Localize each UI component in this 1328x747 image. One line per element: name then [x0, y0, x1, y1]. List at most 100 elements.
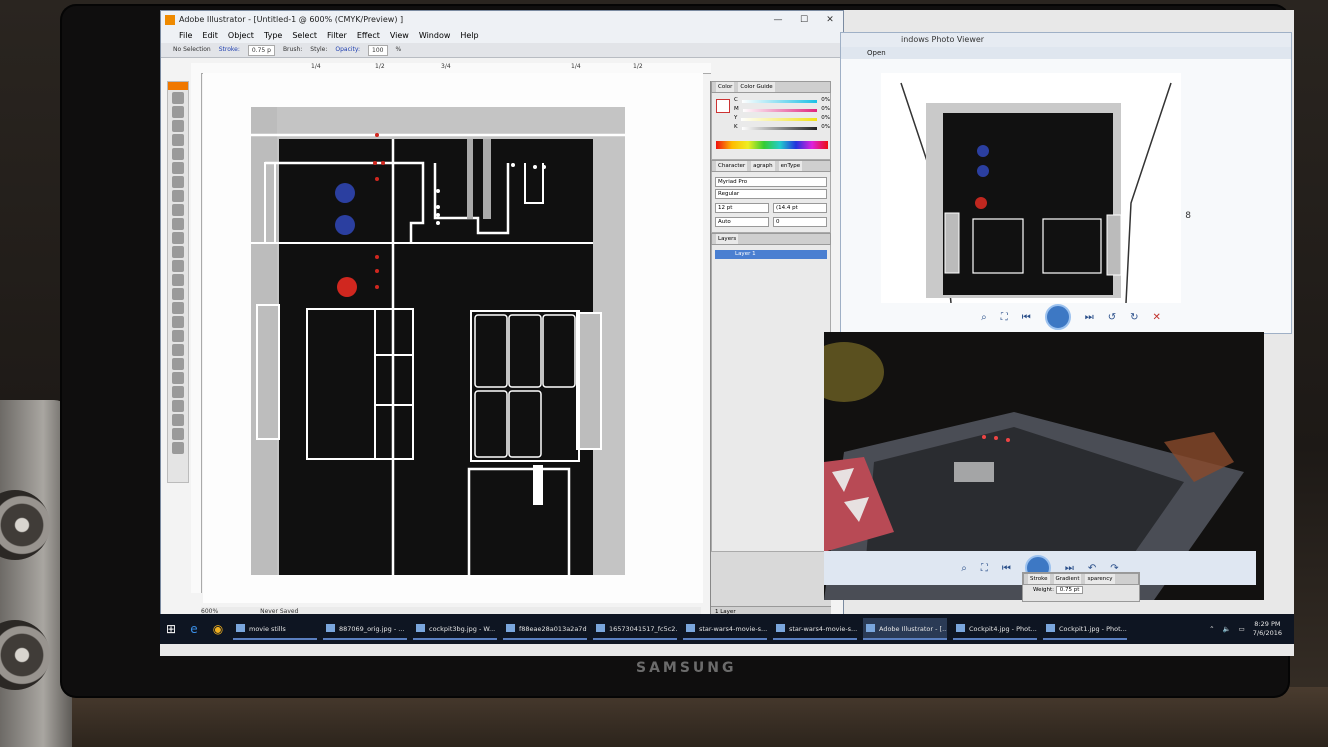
chrome-icon[interactable]: ◉ — [206, 622, 230, 636]
slice-tool-icon[interactable] — [172, 372, 184, 384]
windows-start-icon[interactable]: ⊞ — [160, 622, 182, 636]
maximize-icon[interactable]: ☐ — [791, 11, 817, 29]
next-icon[interactable]: ⏭ — [1085, 312, 1094, 323]
tray-chevron-icon[interactable]: ⌃ — [1209, 625, 1214, 633]
pen-tool-icon[interactable] — [172, 148, 184, 160]
zoom-icon[interactable]: ⌕ — [981, 312, 987, 323]
previous-icon[interactable]: ⏮ — [1002, 563, 1011, 574]
symbol-sprayer-tool-icon[interactable] — [172, 288, 184, 300]
leading-field[interactable]: (14.4 pt — [773, 203, 827, 213]
taskbar-item[interactable]: movie stills — [233, 618, 317, 640]
tab-opentype[interactable]: enType — [778, 161, 803, 171]
layer-row[interactable]: Layer 1 — [715, 250, 827, 259]
zoom-icon[interactable]: ⌕ — [961, 563, 967, 574]
pencil-tool-icon[interactable] — [172, 218, 184, 230]
weight-field[interactable]: 0.75 pt — [1055, 586, 1084, 594]
illustrator-window[interactable]: Adobe Illustrator - [Untitled-1 @ 600% (… — [160, 10, 844, 618]
taskbar-item[interactable]: star-wars4-movie-s... — [773, 618, 857, 640]
blend-tool-icon[interactable] — [172, 358, 184, 370]
tab-transparency[interactable]: sparency — [1085, 574, 1115, 584]
stroke-weight-field[interactable]: 0.75 p — [247, 45, 275, 56]
rotate-left-icon[interactable]: ↺ — [1108, 312, 1116, 323]
tab-character[interactable]: Character — [716, 161, 748, 171]
opacity-field[interactable]: 100 — [368, 45, 388, 56]
fit-icon[interactable]: ⛶ — [981, 563, 988, 574]
scale-tool-icon[interactable] — [172, 246, 184, 258]
direct-selection-tool-icon[interactable] — [172, 106, 184, 118]
warp-tool-icon[interactable] — [172, 260, 184, 272]
taskbar-item[interactable]: cockpit3bg.jpg - W... — [413, 618, 497, 640]
cockpit-artwork[interactable] — [203, 73, 703, 603]
photo-viewer-window[interactable]: indows Photo Viewer Open 8 ⌕ ⛶ ⏮ ⏭ ↺ ↻ ✕ — [840, 32, 1292, 334]
channel-y-slider[interactable] — [741, 118, 818, 121]
lasso-tool-icon[interactable] — [172, 134, 184, 146]
taskbar-item[interactable]: star-wars4-movie-s... — [683, 618, 767, 640]
line-tool-icon[interactable] — [172, 176, 184, 188]
menu-view[interactable]: View — [390, 29, 409, 43]
tracking-field[interactable]: 0 — [773, 217, 827, 227]
selection-tool-icon[interactable] — [172, 92, 184, 104]
open-menu[interactable]: Open — [867, 49, 886, 57]
menu-file[interactable]: File — [179, 29, 192, 43]
delete-icon[interactable]: ✕ — [1153, 312, 1161, 323]
font-family-select[interactable]: Myriad Pro — [715, 177, 827, 187]
fit-icon[interactable]: ⛶ — [1001, 312, 1008, 323]
tab-paragraph[interactable]: agraph — [751, 161, 775, 171]
blue-button — [335, 215, 355, 235]
type-tool-icon[interactable] — [172, 162, 184, 174]
previous-icon[interactable]: ⏮ — [1022, 312, 1031, 323]
mesh-tool-icon[interactable] — [172, 316, 184, 328]
color-spectrum[interactable] — [716, 141, 828, 149]
clock[interactable]: 8:29 PM 7/6/2016 — [1253, 620, 1282, 638]
gradient-tool-icon[interactable] — [172, 330, 184, 342]
taskbar-item[interactable]: 16573041517_fc5c2... — [593, 618, 677, 640]
internet-explorer-icon[interactable]: e — [182, 622, 206, 636]
tab-stroke[interactable]: Stroke — [1028, 574, 1050, 584]
menu-select[interactable]: Select — [292, 29, 317, 43]
rectangle-tool-icon[interactable] — [172, 190, 184, 202]
artboard[interactable] — [203, 73, 703, 603]
rotate-tool-icon[interactable] — [172, 232, 184, 244]
screen-mode-icon[interactable] — [172, 442, 184, 454]
kerning-field[interactable]: Auto — [715, 217, 769, 227]
illustrator-titlebar[interactable]: Adobe Illustrator - [Untitled-1 @ 600% (… — [161, 11, 843, 29]
slideshow-icon[interactable] — [1044, 304, 1071, 330]
taskbar-item-illustrator[interactable]: Adobe Illustrator - [... — [863, 618, 947, 640]
menu-help[interactable]: Help — [460, 29, 478, 43]
zoom-tool-icon[interactable] — [172, 414, 184, 426]
taskbar-item[interactable]: Cockpit1.jpg - Phot... — [1043, 618, 1127, 640]
paintbrush-tool-icon[interactable] — [172, 204, 184, 216]
eyedropper-tool-icon[interactable] — [172, 344, 184, 356]
fill-stroke-swatch-icon[interactable] — [172, 428, 184, 440]
graph-tool-icon[interactable] — [172, 302, 184, 314]
menu-type[interactable]: Type — [264, 29, 282, 43]
channel-k-slider[interactable] — [741, 127, 818, 130]
taskbar-item[interactable]: Cockpit4.jpg - Phot... — [953, 618, 1037, 640]
tools-header[interactable] — [168, 82, 188, 90]
tab-gradient[interactable]: Gradient — [1053, 574, 1082, 584]
volume-icon[interactable]: 🔈 — [1223, 625, 1231, 633]
font-size-field[interactable]: 12 pt — [715, 203, 769, 213]
taskbar-item[interactable]: 887069_orig.jpg - ... — [323, 618, 407, 640]
tab-color-guide[interactable]: Color Guide — [738, 82, 775, 92]
channel-m-slider[interactable] — [742, 109, 818, 112]
menu-edit[interactable]: Edit — [202, 29, 218, 43]
menu-window[interactable]: Window — [419, 29, 451, 43]
scissors-tool-icon[interactable] — [172, 386, 184, 398]
menu-object[interactable]: Object — [228, 29, 254, 43]
minimize-icon[interactable]: — — [765, 11, 791, 29]
fill-swatch[interactable] — [716, 99, 730, 113]
font-style-select[interactable]: Regular — [715, 189, 827, 199]
rotate-right-icon[interactable]: ↻ — [1130, 312, 1138, 323]
menu-effect[interactable]: Effect — [357, 29, 380, 43]
tab-color[interactable]: Color — [716, 82, 735, 92]
taskbar-item[interactable]: f88eae28a013a2a7d... — [503, 618, 587, 640]
close-icon[interactable]: ✕ — [817, 11, 843, 29]
hand-tool-icon[interactable] — [172, 400, 184, 412]
magic-wand-tool-icon[interactable] — [172, 120, 184, 132]
channel-c-slider[interactable] — [741, 100, 818, 103]
notifications-icon[interactable]: ▭ — [1239, 625, 1245, 633]
free-transform-tool-icon[interactable] — [172, 274, 184, 286]
tab-layers[interactable]: Layers — [716, 234, 739, 244]
menu-filter[interactable]: Filter — [327, 29, 347, 43]
